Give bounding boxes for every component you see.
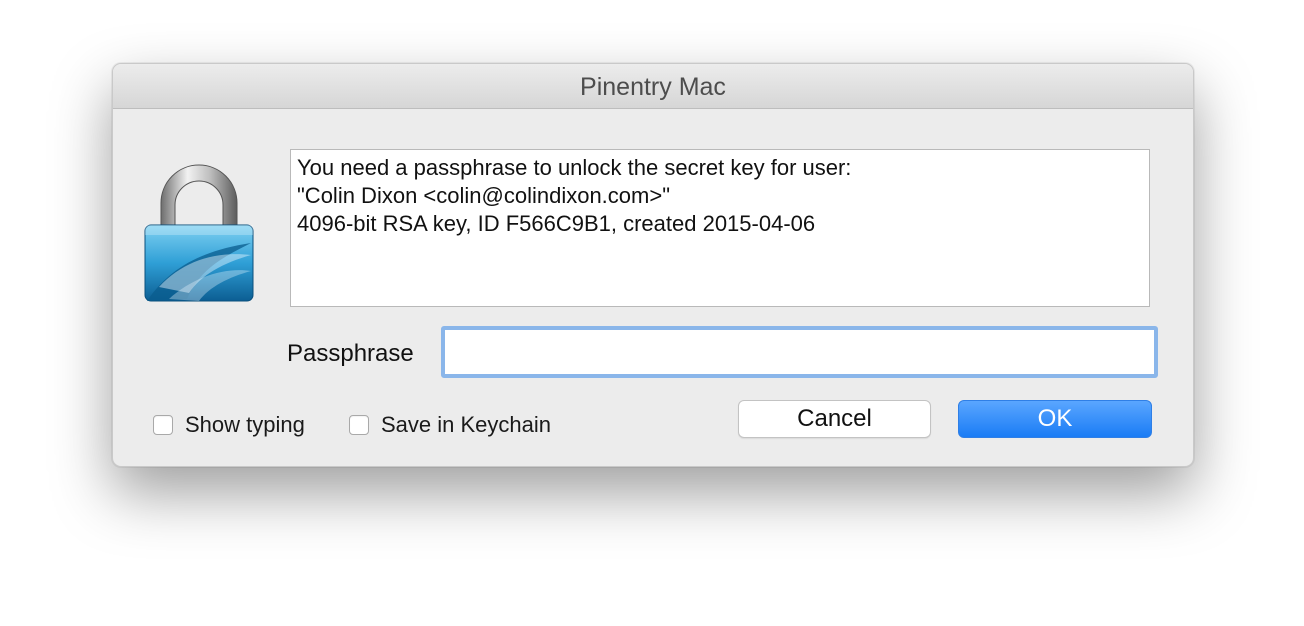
- message-line: "Colin Dixon <colin@colindixon.com>": [297, 183, 671, 208]
- pinentry-dialog: Pinentry Mac You need a passphrase to un…: [112, 63, 1194, 467]
- message-line: 4096-bit RSA key, ID F566C9B1, created 2…: [297, 211, 816, 236]
- message-line: You need a passphrase to unlock the secr…: [297, 155, 852, 180]
- title-bar[interactable]: Pinentry Mac: [113, 64, 1193, 109]
- message-text-area: You need a passphrase to unlock the secr…: [290, 149, 1150, 307]
- window-title: Pinentry Mac: [580, 73, 726, 101]
- ok-button[interactable]: OK: [958, 400, 1152, 438]
- cancel-button[interactable]: Cancel: [738, 400, 931, 438]
- checkbox-icon[interactable]: [153, 415, 173, 435]
- passphrase-input[interactable]: [441, 326, 1158, 378]
- passphrase-label: Passphrase: [287, 340, 414, 367]
- checkbox-icon[interactable]: [349, 415, 369, 435]
- save-in-keychain-checkbox[interactable]: Save in Keychain: [349, 412, 551, 438]
- show-typing-checkbox[interactable]: Show typing: [153, 412, 305, 438]
- lock-icon: [144, 164, 254, 302]
- save-in-keychain-label: Save in Keychain: [381, 412, 551, 437]
- show-typing-label: Show typing: [185, 412, 305, 437]
